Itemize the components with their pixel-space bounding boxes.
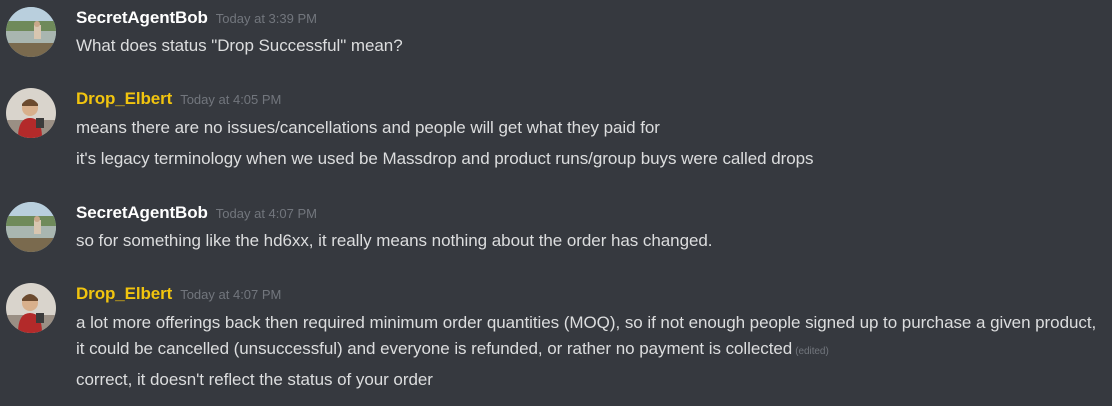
author-name[interactable]: SecretAgentBob [76, 8, 208, 27]
message-header: Drop_Elbert Today at 4:07 PM [76, 284, 281, 304]
user-avatar[interactable] [6, 202, 56, 252]
user-avatar[interactable] [6, 88, 56, 138]
message-timestamp[interactable]: Today at 4:05 PM [180, 92, 281, 107]
message-text: so for something like the hd6xx, it real… [76, 231, 713, 250]
person-photo-avatar-icon [6, 283, 56, 333]
landscape-photo-avatar-icon [6, 202, 56, 252]
message-header: SecretAgentBob Today at 4:07 PM [76, 203, 317, 223]
message-text: a lot more offerings back then required … [76, 310, 1106, 365]
author-name[interactable]: SecretAgentBob [76, 203, 208, 222]
edited-label: (edited) [795, 346, 829, 357]
user-avatar[interactable] [6, 7, 56, 57]
author-name[interactable]: Drop_Elbert [76, 284, 172, 303]
user-avatar[interactable] [6, 283, 56, 333]
message-timestamp[interactable]: Today at 3:39 PM [216, 11, 317, 26]
message-timestamp[interactable]: Today at 4:07 PM [216, 206, 317, 221]
message-text: correct, it doesn't reflect the status o… [76, 370, 433, 389]
message-header: Drop_Elbert Today at 4:05 PM [76, 89, 281, 109]
message-text: it's legacy terminology when we used be … [76, 149, 814, 168]
message-text: means there are no issues/cancellations … [76, 118, 660, 137]
message-timestamp[interactable]: Today at 4:07 PM [180, 287, 281, 302]
chat-message-list: SecretAgentBob Today at 3:39 PM What does… [0, 0, 1112, 406]
person-photo-avatar-icon [6, 88, 56, 138]
author-name[interactable]: Drop_Elbert [76, 89, 172, 108]
message-header: SecretAgentBob Today at 3:39 PM [76, 8, 317, 28]
landscape-photo-avatar-icon [6, 7, 56, 57]
message-text-content: a lot more offerings back then required … [76, 313, 1097, 358]
message-text: What does status "Drop Successful" mean? [76, 36, 403, 55]
